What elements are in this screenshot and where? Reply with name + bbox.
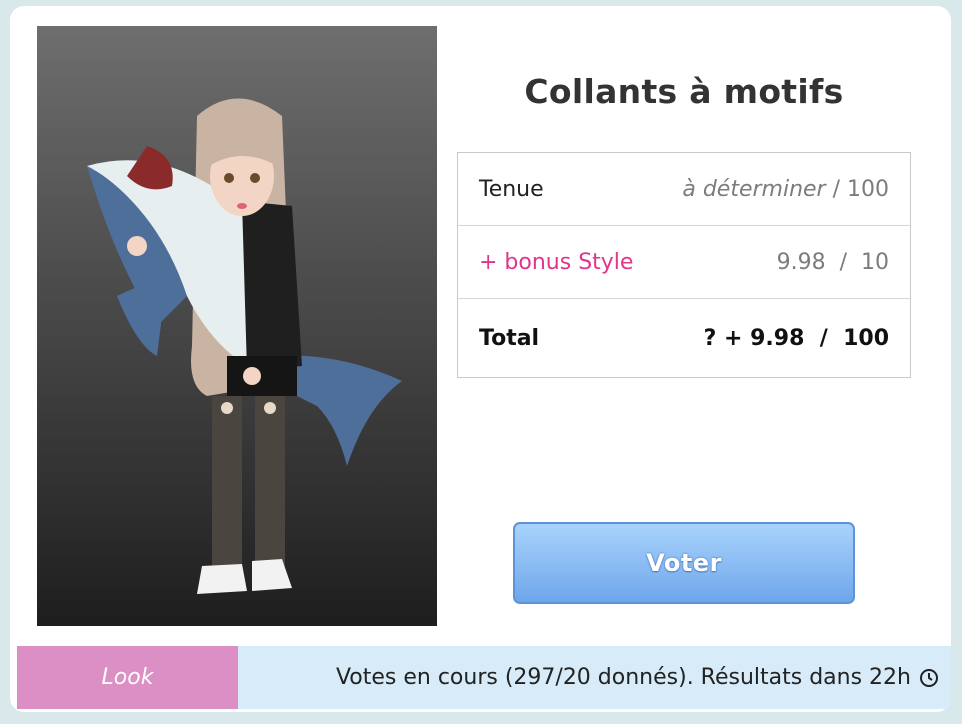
score-row-outfit: Tenue à déterminer / 100 [458, 153, 910, 226]
outfit-score: à déterminer / 100 [682, 177, 889, 202]
outfit-label: Tenue [479, 176, 544, 202]
bonus-score: 9.98 / 10 [776, 249, 889, 275]
vote-status: Votes en cours (297/20 donnés). Résultat… [238, 646, 951, 709]
tab-look[interactable]: Look [17, 646, 238, 709]
vote-button[interactable]: Voter [513, 522, 855, 604]
clock-icon [919, 668, 939, 688]
avatar-portrait [37, 26, 437, 626]
score-row-bonus: + bonus Style 9.98 / 10 [458, 226, 910, 299]
bonus-label: + bonus Style [479, 249, 634, 275]
total-score: ? + 9.98 / 100 [703, 325, 889, 351]
look-title: Collants à motifs [524, 72, 844, 111]
avatar-illustration [87, 98, 402, 594]
vote-status-text: Votes en cours (297/20 donnés). Résultat… [335, 665, 911, 690]
look-footer: Look Votes en cours (297/20 donnés). Rés… [17, 646, 951, 709]
outfit-score-max: / 100 [825, 176, 889, 202]
score-table: Tenue à déterminer / 100 + bonus Style 9… [457, 152, 911, 378]
score-row-total: Total ? + 9.98 / 100 [458, 299, 910, 377]
total-label: Total [479, 325, 540, 351]
look-card: Collants à motifs Tenue à déterminer / 1… [10, 6, 951, 712]
outfit-score-pending: à déterminer [682, 176, 826, 202]
